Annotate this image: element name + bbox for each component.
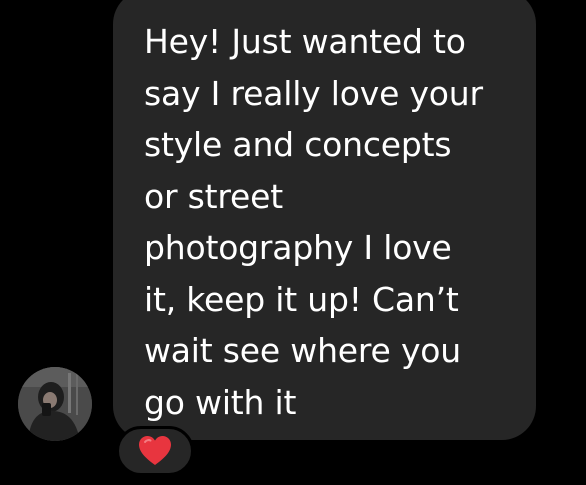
heart-icon — [139, 436, 171, 465]
avatar-photo — [18, 367, 92, 441]
chat-thread: Hey! Just wanted to say I really love yo… — [0, 0, 586, 485]
avatar[interactable] — [18, 367, 92, 441]
reaction-badge[interactable] — [116, 426, 194, 476]
message-text: Hey! Just wanted to say I really love yo… — [144, 22, 483, 422]
message-bubble[interactable]: Hey! Just wanted to say I really love yo… — [113, 0, 536, 440]
